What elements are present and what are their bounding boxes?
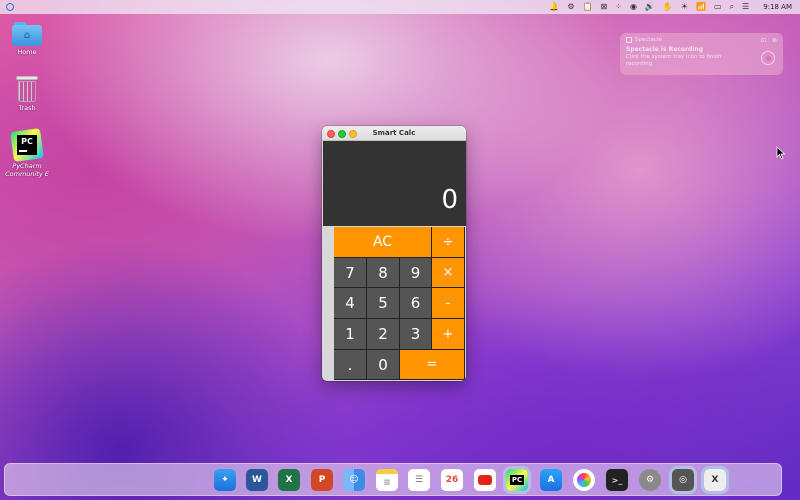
screenshot-icon[interactable]: ◎ <box>669 466 697 494</box>
desktop-icon-label: Home <box>17 48 37 56</box>
menu-clock[interactable]: 9:18 AM <box>763 3 792 11</box>
powerpoint-icon[interactable]: P <box>311 469 333 491</box>
home-folder-icon: ⌂ <box>12 22 42 46</box>
dock: ✦ W X P ☺ ≡ ☰ 26 PC A >_ ⚙ ◎ X <box>4 463 782 496</box>
notification-title: Spectacle is Recording <box>626 46 703 53</box>
calendar-date: 26 <box>445 475 459 485</box>
title-bar[interactable]: Smart Calc <box>322 126 466 141</box>
clipboard-icon[interactable]: 📋 <box>583 0 593 14</box>
record-stop-icon[interactable] <box>761 51 775 65</box>
desktop-icon-trash[interactable]: Trash <box>2 76 52 112</box>
finder-icon[interactable]: ☺ <box>343 469 365 491</box>
keypad: AC ÷ 7 8 9 × 4 5 6 - 1 2 3 + . 0 = <box>334 227 465 380</box>
hand-icon[interactable]: ✋ <box>663 0 673 14</box>
volume-icon[interactable]: 🔊 <box>645 0 655 14</box>
pycharm-icon: PC <box>10 128 44 162</box>
digit-7-button[interactable]: 7 <box>334 258 367 288</box>
safari-icon[interactable]: ✦ <box>214 469 236 491</box>
desktop-icon-label-line1: PyCharm <box>12 162 42 170</box>
close-window-button[interactable] <box>327 129 335 138</box>
record-icon[interactable]: ◉ <box>630 0 637 14</box>
spectacle-icon <box>626 37 632 43</box>
multiply-button[interactable]: × <box>432 258 465 288</box>
word-icon[interactable]: W <box>246 469 268 491</box>
tool-icon[interactable]: ⚙ <box>567 0 574 14</box>
close-box-icon[interactable]: ⊠ <box>601 0 608 14</box>
desktop-icon-label: Trash <box>18 104 36 112</box>
xquartz-icon[interactable]: X <box>701 466 729 494</box>
excel-icon[interactable]: X <box>278 469 300 491</box>
ac-button[interactable]: AC <box>334 227 432 258</box>
digit-5-button[interactable]: 5 <box>367 288 400 319</box>
calendar-icon[interactable]: 26 <box>441 469 463 491</box>
battery-icon[interactable]: ▭ <box>714 0 722 14</box>
youtube-icon[interactable] <box>474 469 496 491</box>
desktop-icon-home[interactable]: ⌂ Home <box>2 22 52 56</box>
control-center-icon[interactable]: ☰ <box>742 0 749 14</box>
bell-icon[interactable]: 🔔 <box>549 0 559 14</box>
notification-app: Spectacle <box>626 37 777 43</box>
equals-button[interactable]: = <box>400 350 465 380</box>
digit-4-button[interactable]: 4 <box>334 288 367 319</box>
brightness-icon[interactable]: ☀ <box>681 0 688 14</box>
decimal-button[interactable]: . <box>334 350 367 380</box>
reminders-icon[interactable]: ☰ <box>408 469 430 491</box>
digit-0-button[interactable]: 0 <box>367 350 400 380</box>
minimize-window-button[interactable] <box>349 129 357 138</box>
desktop-icon-pycharm[interactable]: PC PyCharm Community E <box>2 128 52 178</box>
pycharm-icon[interactable]: PC <box>503 466 531 494</box>
digit-1-button[interactable]: 1 <box>334 319 367 350</box>
status-icons: 🔔 ⚙ 📋 ⊠ ⁘ ◉ 🔊 ✋ ☀ 📶 ▭ ⌕ ☰ <box>549 0 749 14</box>
recording-notification[interactable]: Spectacle Spectacle is Recording Click t… <box>620 33 783 75</box>
digit-8-button[interactable]: 8 <box>367 258 400 288</box>
zoom-window-button[interactable] <box>338 129 346 138</box>
desktop-icon-label-line2: Community E <box>5 170 49 178</box>
photos-icon[interactable] <box>573 469 595 491</box>
system-preferences-icon[interactable]: ⚙ <box>639 469 661 491</box>
digit-9-button[interactable]: 9 <box>400 258 432 288</box>
calculator-window: Smart Calc 0 AC ÷ 7 8 9 × 4 5 6 - 1 2 3 … <box>322 126 466 381</box>
notes-icon[interactable]: ≡ <box>376 469 398 491</box>
digit-6-button[interactable]: 6 <box>400 288 432 319</box>
dots-icon[interactable]: ⁘ <box>615 0 622 14</box>
apple-icon[interactable] <box>182 469 204 491</box>
minus-button[interactable]: - <box>432 288 465 319</box>
divide-button[interactable]: ÷ <box>432 227 465 258</box>
calculator-display: 0 <box>323 141 466 226</box>
plus-button[interactable]: + <box>432 319 465 350</box>
wifi-icon[interactable]: 📶 <box>696 0 706 14</box>
close-icon[interactable]: ⊗ <box>772 37 777 44</box>
notification-controls: ⊡ ⊗ <box>761 37 777 44</box>
pin-icon[interactable]: ⊡ <box>761 37 766 44</box>
notification-message: Click the system tray icon to finish rec… <box>626 54 722 67</box>
terminal-icon[interactable]: >_ <box>606 469 628 491</box>
search-icon[interactable]: ⌕ <box>730 0 734 14</box>
notification-app-name: Spectacle <box>635 37 662 43</box>
digit-2-button[interactable]: 2 <box>367 319 400 350</box>
menu-bar: 🔔 ⚙ 📋 ⊠ ⁘ ◉ 🔊 ✋ ☀ 📶 ▭ ⌕ ☰ 9:18 AM <box>0 0 800 14</box>
app-store-icon[interactable]: A <box>540 469 562 491</box>
digit-3-button[interactable]: 3 <box>400 319 432 350</box>
menu-app-icon[interactable] <box>6 3 14 11</box>
trash-icon <box>16 76 38 102</box>
mouse-cursor-icon <box>776 146 786 160</box>
